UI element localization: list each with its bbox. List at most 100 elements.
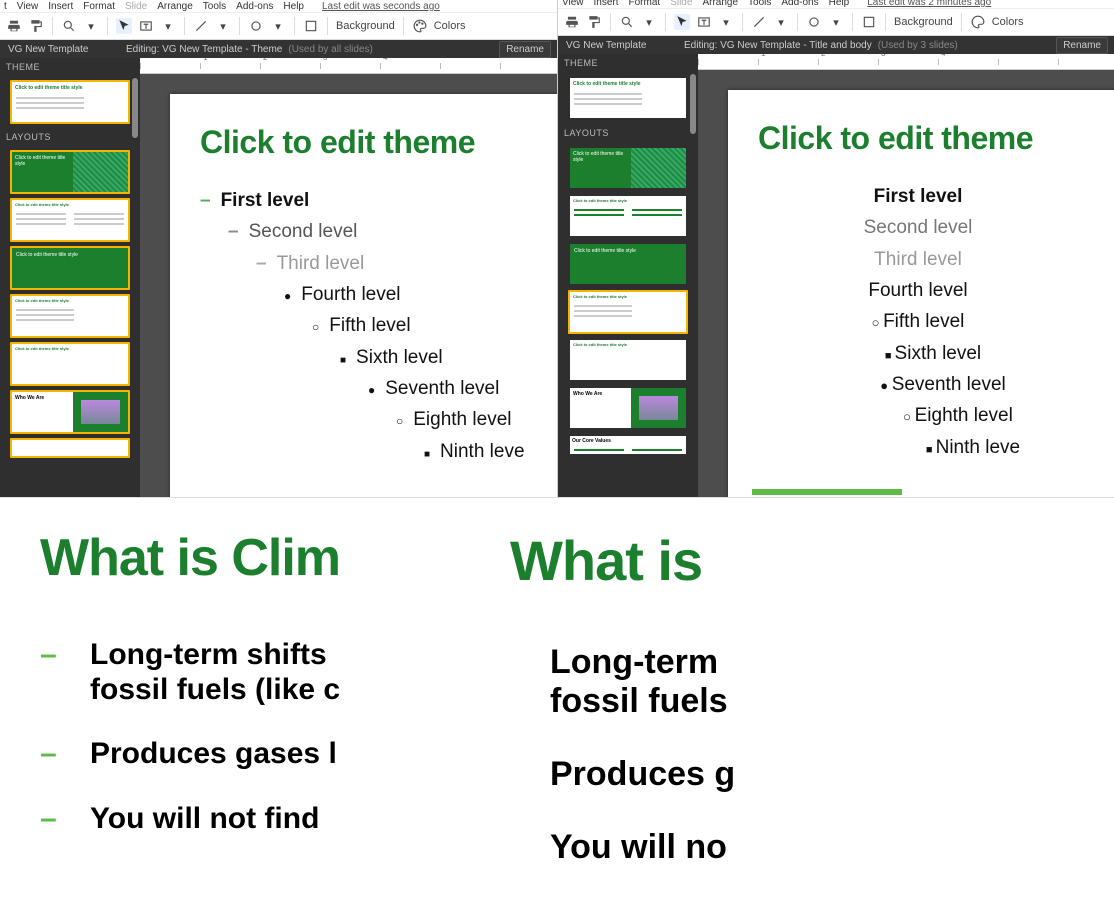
- last-edit-link[interactable]: Last edit was seconds ago: [322, 1, 440, 12]
- canvas[interactable]: Click to edit theme First level Second l…: [140, 74, 557, 497]
- thumb-layout[interactable]: Who We Are: [568, 386, 688, 430]
- menu-tools[interactable]: Tools: [203, 1, 226, 12]
- thumb-theme[interactable]: Click to edit theme title style: [10, 80, 130, 124]
- last-edit-link[interactable]: Last edit was 2 minutes ago: [867, 0, 991, 8]
- thumb-layout[interactable]: Click to edit theme title style: [10, 246, 130, 290]
- textbox-icon[interactable]: [696, 14, 712, 30]
- thumb-layout[interactable]: Who We Are: [10, 390, 130, 434]
- menu-tools[interactable]: Tools: [748, 0, 771, 8]
- paint-format-icon[interactable]: [586, 14, 602, 30]
- slide-title[interactable]: Click to edit theme: [758, 120, 1114, 157]
- print-icon[interactable]: [6, 18, 22, 34]
- template-name[interactable]: VG New Template: [0, 44, 120, 55]
- print-icon[interactable]: [564, 14, 580, 30]
- menu-arrange[interactable]: Arrange: [157, 1, 193, 12]
- cursor-icon[interactable]: [116, 18, 132, 34]
- text-level-7[interactable]: ● Seventh level: [728, 369, 1114, 400]
- text-level-4[interactable]: Fourth level: [284, 279, 557, 310]
- thumb-theme[interactable]: Click to edit theme title style: [568, 76, 688, 120]
- thumb-layout[interactable]: [10, 438, 130, 458]
- canvas[interactable]: Click to edit theme First level Second l…: [698, 70, 1114, 497]
- chevron-down-icon[interactable]: ▾: [718, 14, 734, 30]
- shape-icon[interactable]: [806, 14, 822, 30]
- line-icon[interactable]: [193, 18, 209, 34]
- text-level-7[interactable]: Seventh level: [368, 373, 557, 404]
- menu-help[interactable]: Help: [829, 0, 850, 8]
- background-button[interactable]: Background: [894, 16, 953, 28]
- slide-title[interactable]: Click to edit theme: [200, 124, 557, 161]
- menu-format[interactable]: Format: [83, 1, 115, 12]
- scrollbar[interactable]: [132, 78, 138, 138]
- chevron-down-icon[interactable]: ▾: [215, 18, 231, 34]
- paint-format-icon[interactable]: [28, 18, 44, 34]
- zoom-icon[interactable]: [619, 14, 635, 30]
- thumb-layout[interactable]: Click to edit theme title style: [568, 194, 688, 238]
- editors-row: t View Insert Format Slide Arrange Tools…: [0, 0, 1114, 497]
- preview-title: What is: [510, 528, 1114, 593]
- chevron-down-icon[interactable]: ▾: [641, 14, 657, 30]
- menu-format[interactable]: Format: [629, 0, 661, 8]
- text-level-9[interactable]: ■ Ninth leve: [728, 432, 1114, 463]
- text-level-2[interactable]: Second level: [228, 216, 557, 247]
- line-icon[interactable]: [751, 14, 767, 30]
- background-button[interactable]: Background: [336, 20, 395, 32]
- text-level-6[interactable]: ■ Sixth level: [728, 338, 1114, 369]
- text-level-2[interactable]: Second level: [728, 212, 1114, 243]
- thumb-layout[interactable]: Our Core Values: [568, 434, 688, 456]
- thumb-layout-selected[interactable]: Click to edit theme title style: [568, 290, 688, 334]
- rename-button[interactable]: Rename: [1056, 37, 1108, 54]
- palette-icon[interactable]: [412, 18, 428, 34]
- thumb-layout[interactable]: Click to edit theme title style: [568, 146, 688, 190]
- text-level-3[interactable]: Third level: [256, 248, 557, 279]
- thumb-layout[interactable]: Click to edit theme title style: [10, 294, 130, 338]
- text-level-5[interactable]: Fifth level: [312, 310, 557, 341]
- colors-button[interactable]: Colors: [434, 20, 466, 32]
- text-level-8[interactable]: ○ Eighth level: [728, 400, 1114, 431]
- slide-master[interactable]: Click to edit theme First level Second l…: [170, 94, 557, 497]
- template-name[interactable]: VG New Template: [558, 40, 678, 51]
- menu-addons[interactable]: Add-ons: [236, 1, 273, 12]
- text-level-4[interactable]: Fourth level: [728, 275, 1114, 306]
- placeholder-icon[interactable]: [861, 14, 877, 30]
- chevron-down-icon[interactable]: ▾: [83, 18, 99, 34]
- menu-addons[interactable]: Add-ons: [781, 0, 818, 8]
- menu-view[interactable]: View: [17, 1, 39, 12]
- slide-body[interactable]: First level Second level Third level Fou…: [728, 181, 1114, 463]
- slide-layout[interactable]: Click to edit theme First level Second l…: [728, 90, 1114, 497]
- thumb-layout[interactable]: Click to edit theme title style: [10, 150, 130, 194]
- thumb-layout[interactable]: Click to edit theme title style: [568, 338, 688, 382]
- text-level-5[interactable]: ○ Fifth level: [728, 306, 1114, 337]
- text-level-1[interactable]: First level: [200, 185, 557, 216]
- placeholder-icon[interactable]: [303, 18, 319, 34]
- scrollbar[interactable]: [690, 74, 696, 134]
- text-level-6[interactable]: Sixth level: [340, 342, 557, 373]
- cursor-icon[interactable]: [674, 14, 690, 30]
- menu-t[interactable]: t: [4, 1, 7, 12]
- slide-body[interactable]: First level Second level Third level Fou…: [200, 185, 557, 467]
- text-level-3[interactable]: Third level: [728, 244, 1114, 275]
- thumb-layout[interactable]: Click to edit theme title style: [10, 198, 130, 242]
- text-level-8[interactable]: Eighth level: [396, 404, 557, 435]
- menu-insert[interactable]: Insert: [48, 1, 73, 12]
- chevron-down-icon[interactable]: ▾: [160, 18, 176, 34]
- menu-insert[interactable]: Insert: [594, 0, 619, 8]
- thumb-layout[interactable]: Click to edit theme title style: [568, 242, 688, 286]
- menu-view[interactable]: View: [562, 0, 584, 8]
- text-level-9[interactable]: Ninth leve: [424, 436, 557, 467]
- text-level-1[interactable]: First level: [728, 181, 1114, 212]
- zoom-icon[interactable]: [61, 18, 77, 34]
- menu-help[interactable]: Help: [283, 1, 304, 12]
- ruler-tick: 3: [881, 54, 885, 58]
- menu-arrange[interactable]: Arrange: [702, 0, 738, 8]
- separator: [52, 17, 53, 35]
- thumb-layout[interactable]: Click to edit theme title style: [10, 342, 130, 386]
- menubar: t View Insert Format Slide Arrange Tools…: [0, 0, 557, 12]
- shape-icon[interactable]: [248, 18, 264, 34]
- chevron-down-icon[interactable]: ▾: [828, 14, 844, 30]
- palette-icon[interactable]: [970, 14, 986, 30]
- rename-button[interactable]: Rename: [499, 41, 551, 58]
- colors-button[interactable]: Colors: [992, 16, 1024, 28]
- textbox-icon[interactable]: [138, 18, 154, 34]
- chevron-down-icon[interactable]: ▾: [270, 18, 286, 34]
- chevron-down-icon[interactable]: ▾: [773, 14, 789, 30]
